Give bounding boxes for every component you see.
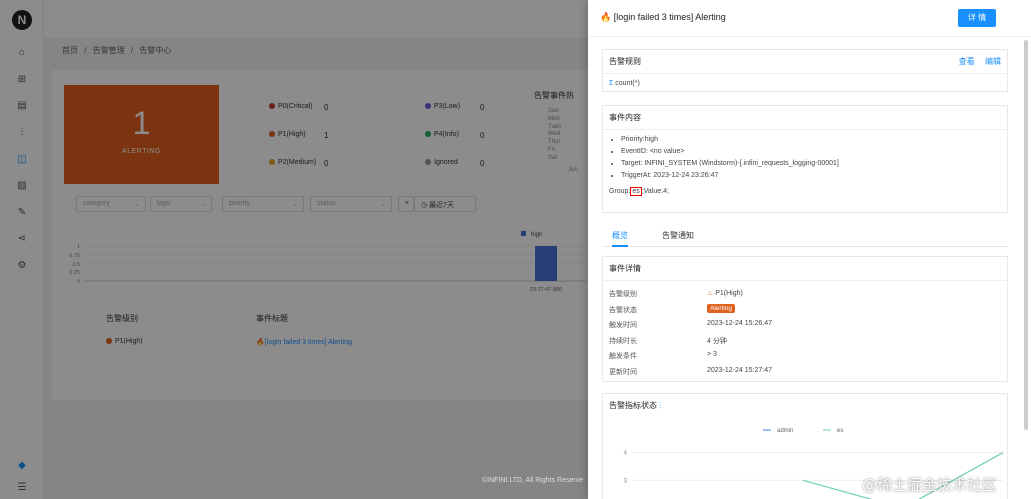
y-tick-label: 4 <box>624 451 628 457</box>
detail-row-update-time: 更新时间 2023-12-24 15:27:47 <box>609 366 772 376</box>
status-badge: Alerting <box>707 303 736 313</box>
alert-rule-title: 告警规则 查看 编辑 <box>603 50 1007 74</box>
event-content-card: 事件内容 Priority:high EventID: <no value> T… <box>602 105 1008 213</box>
fire-icon: ♨ <box>707 290 716 297</box>
detail-row-status: 告警状态 Alerting <box>603 303 1007 321</box>
fire-icon: 🔥 <box>600 12 614 22</box>
alert-detail-drawer: 🔥 [login failed 3 times] Alerting 详 情 告警… <box>588 0 1031 499</box>
metric-status-title: 告警指标状态 ⫶ <box>609 401 662 410</box>
header-divider <box>588 36 1031 37</box>
event-detail-title: 事件详情 <box>603 257 1007 281</box>
details-button[interactable]: 详 情 <box>958 9 996 27</box>
detail-row-level: 告警级别 ♨ P1(High) <box>609 290 743 298</box>
detail-row-condition: 触发条件 > 3 <box>609 351 717 360</box>
edit-rule-link[interactable]: 编辑 <box>985 57 1001 66</box>
alert-rule-card: 告警规则 查看 编辑 Σ count(*) <box>602 49 1008 92</box>
legend-label-admin: admin <box>777 428 793 434</box>
chart-icon: ⫶ <box>657 401 662 410</box>
drawer-scrollbar[interactable] <box>1024 40 1028 430</box>
legend-label-es: es <box>837 428 843 434</box>
drawer-title: 🔥 [login failed 3 times] Alerting <box>600 12 726 22</box>
event-group-line: Group: es ;Value:4; <box>609 187 669 196</box>
event-content-list: Priority:high EventID: <no value> Target… <box>603 130 1007 186</box>
detail-row-trigger-time: 触发时间 2023-12-24 15:26:47 <box>609 320 772 329</box>
rule-expression: Σ count(*) <box>609 80 640 87</box>
watermark: @稀土掘金技术社区 <box>862 476 998 494</box>
modal-overlay[interactable] <box>0 0 588 499</box>
view-rule-link[interactable]: 查看 <box>959 57 975 66</box>
detail-row-duration: 持续时长 4 分钟 <box>609 337 727 345</box>
event-content-title: 事件内容 <box>603 106 1007 130</box>
tab-overview[interactable]: 概览 <box>612 230 628 247</box>
drawer-tabs: 概览 告警通知 <box>602 227 1008 247</box>
footer-copyright: ©INFINI.LTD, All Rights Reserve <box>482 477 584 484</box>
y-tick-label: 3 <box>624 478 628 484</box>
event-detail-card: 事件详情 告警级别 ♨ P1(High) 告警状态 Alerting 触发时间 202… <box>602 256 1008 382</box>
tab-notifications[interactable]: 告警通知 <box>662 230 694 241</box>
group-highlight: es <box>630 187 642 196</box>
